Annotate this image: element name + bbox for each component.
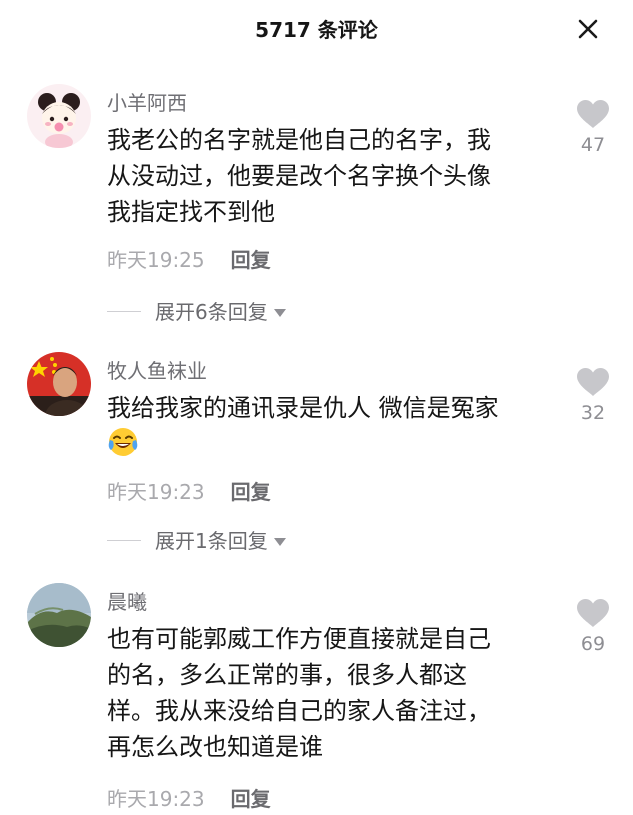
like-count: 32 (580, 402, 606, 424)
comments-sheet: 5717 条评论 小羊阿西 我老公的名字就是他自己的名字，我 从没动过，他要是改… (0, 0, 633, 815)
timestamp: 昨天19:25 (107, 248, 205, 272)
like-button[interactable]: 69 (574, 598, 612, 655)
comment-count-title: 5717 条评论 (255, 18, 378, 42)
timestamp: 昨天19:23 (107, 787, 205, 811)
reply-button[interactable]: 回复 (231, 248, 271, 272)
comments-header: 5717 条评论 (0, 0, 633, 56)
heart-icon (577, 100, 609, 128)
expand-replies-button[interactable]: 展开1条回复 (107, 525, 286, 553)
comment-item: 小羊阿西 我老公的名字就是他自己的名字，我 从没动过，他要是改个名字换个头像 我… (0, 84, 633, 324)
comment-item: 晨曦 也有可能郭威工作方便直接就是自己 的名，多么正常的事，很多人都这 样。我从… (0, 583, 633, 815)
comment-meta: 昨天19:23 回复 (107, 783, 271, 812)
heart-icon (577, 368, 609, 396)
comment-text: 我给我家的通讯录是仇人 微信是冤家 (107, 390, 547, 468)
like-button[interactable]: 47 (574, 99, 612, 156)
divider-line (107, 540, 141, 541)
comment-line: 也有可能郭威工作方便直接就是自己 (107, 625, 491, 653)
comment-item: 牧人鱼袜业 我给我家的通讯录是仇人 微信是冤家 昨天19:23 回复 32 展开… (0, 352, 633, 553)
expand-replies-label: 展开6条回复 (155, 300, 268, 324)
divider-line (107, 311, 141, 312)
username[interactable]: 牧人鱼袜业 (107, 355, 207, 384)
like-count: 69 (580, 633, 606, 655)
close-icon (578, 19, 598, 39)
avatar[interactable] (27, 352, 91, 416)
caret-down-icon (273, 308, 286, 317)
close-button[interactable] (577, 18, 599, 40)
timestamp: 昨天19:23 (107, 480, 205, 504)
tears-of-joy-emoji (107, 426, 139, 468)
expand-replies-button[interactable]: 展开6条回复 (107, 296, 286, 324)
comment-line: 的名，多么正常的事，很多人都这 (107, 661, 467, 689)
username[interactable]: 晨曦 (107, 586, 147, 615)
comment-line-emoji (107, 426, 547, 468)
caret-down-icon (273, 537, 286, 546)
heart-icon (577, 599, 609, 627)
reply-button[interactable]: 回复 (231, 787, 271, 811)
landscape-avatar (27, 583, 91, 647)
comment-line: 我老公的名字就是他自己的名字，我 (107, 126, 491, 154)
avatar[interactable] (27, 583, 91, 647)
avatar[interactable] (27, 84, 91, 148)
comment-line: 再怎么改也知道是谁 (107, 733, 323, 761)
comment-text: 我老公的名字就是他自己的名字，我 从没动过，他要是改个名字换个头像 我指定找不到… (107, 122, 547, 230)
expand-replies-label: 展开1条回复 (155, 529, 268, 553)
photo-avatar (27, 352, 91, 416)
comment-meta: 昨天19:23 回复 (107, 476, 271, 505)
username[interactable]: 小羊阿西 (107, 87, 187, 116)
cartoon-girl-avatar (27, 84, 91, 148)
comment-line: 我指定找不到他 (107, 198, 275, 226)
comment-line: 样。我从来没给自己的家人备注过， (107, 697, 491, 725)
comment-meta: 昨天19:25 回复 (107, 244, 271, 273)
like-button[interactable]: 32 (574, 367, 612, 424)
comment-line: 我给我家的通讯录是仇人 微信是冤家 (107, 394, 499, 422)
comment-text: 也有可能郭威工作方便直接就是自己 的名，多么正常的事，很多人都这 样。我从来没给… (107, 621, 547, 765)
comment-line: 从没动过，他要是改个名字换个头像 (107, 162, 491, 190)
reply-button[interactable]: 回复 (231, 480, 271, 504)
like-count: 47 (580, 134, 606, 156)
